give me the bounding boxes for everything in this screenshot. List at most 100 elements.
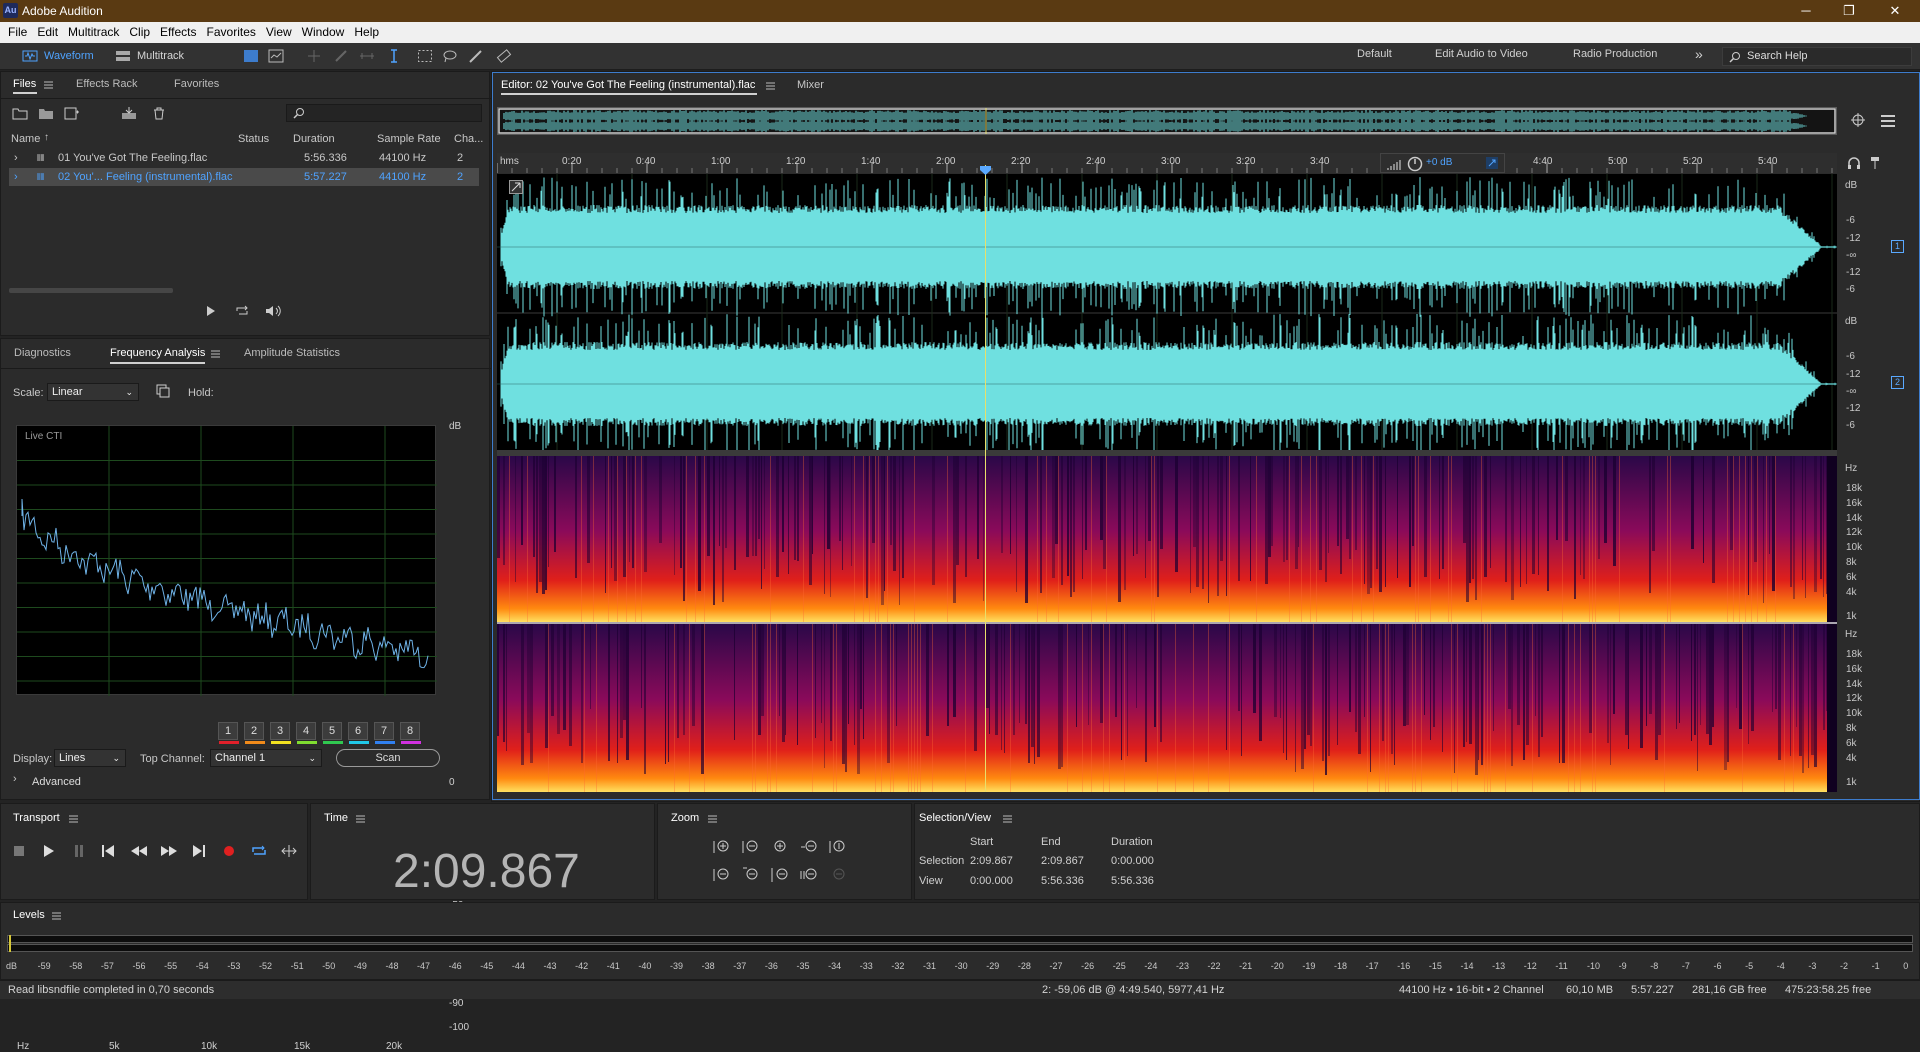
hold-button-3[interactable]: 3 [270,722,291,744]
zoom-out-amplitude-icon[interactable] [742,839,760,855]
marker-pin-icon[interactable] [1870,156,1880,170]
expand-chevron-icon[interactable]: › [14,168,18,186]
tab-favorites[interactable]: Favorites [174,78,219,90]
hold-button-1[interactable]: 1 [218,722,239,744]
new-file-icon[interactable] [64,107,80,120]
menu-clip[interactable]: Clip [124,22,155,43]
hold-button-2[interactable]: 2 [244,722,265,744]
panel-menu-icon[interactable] [69,815,78,823]
maximize-button[interactable]: ❐ [1826,0,1872,22]
file-row[interactable]: › ⫴⫴ 01 You've Got The Feeling.flac 5:56… [9,149,479,167]
panel-menu-icon[interactable] [766,82,775,90]
marquee-selection-tool-icon[interactable] [417,49,433,63]
loop-playback-icon[interactable] [235,305,251,317]
hud-volume[interactable]: +0 dB [1380,153,1505,173]
zoom-fit-icon[interactable] [1850,112,1868,130]
workspace-edit-audio-to-video[interactable]: Edit Audio to Video [1435,48,1528,60]
menu-effects[interactable]: Effects [155,22,201,43]
selection-start[interactable]: 2:09.867 [970,855,1013,867]
playhead-handle-icon[interactable] [980,164,991,176]
spectral-display[interactable] [497,456,1837,792]
more-workspaces-button[interactable]: » [1695,46,1703,62]
zoom-in-time-icon[interactable] [771,839,789,855]
minimize-button[interactable]: ─ [1783,0,1829,22]
skip-selection-icon[interactable] [281,845,297,857]
zoom-out-at-point-icon[interactable] [800,867,818,883]
volume-knob-icon[interactable] [1407,156,1423,172]
spot-healing-brush-icon[interactable] [496,49,512,63]
workspace-radio-production[interactable]: Radio Production [1573,48,1657,60]
files-search-input[interactable] [286,104,482,122]
zoom-in-at-out-point-icon[interactable] [742,867,760,883]
close-button[interactable]: ✕ [1872,0,1918,22]
advanced-toggle[interactable]: Advanced [32,776,81,788]
zoom-out-full-icon[interactable] [829,839,847,855]
spectral-frequency-display-icon[interactable] [243,49,259,63]
menu-file[interactable]: File [3,22,32,43]
search-help-input[interactable]: Search Help [1722,47,1912,66]
hold-button-4[interactable]: 4 [296,722,317,744]
panel-menu-icon[interactable] [356,815,365,823]
expand-chevron-icon[interactable]: › [14,149,18,167]
menu-edit[interactable]: Edit [32,22,63,43]
tab-diagnostics[interactable]: Diagnostics [14,347,71,359]
headphone-icon[interactable] [1847,156,1861,170]
pause-icon[interactable] [74,845,84,857]
tab-editor[interactable]: Editor: 02 You've Got The Feeling (instr… [501,79,755,91]
waveform-display[interactable] [497,174,1837,454]
selection-end[interactable]: 2:09.867 [1041,855,1084,867]
spectral-pitch-display-icon[interactable] [268,49,284,63]
hold-button-7[interactable]: 7 [374,722,395,744]
tab-effects-rack[interactable]: Effects Rack [76,78,138,90]
fast-forward-icon[interactable] [161,846,177,856]
time-selection-tool-icon[interactable] [388,48,400,64]
hold-button-8[interactable]: 8 [400,722,421,744]
playhead[interactable] [985,165,986,792]
file-row-selected[interactable]: › ⫴⫴ 02 You'... Feeling (instrumental).f… [9,168,479,186]
menu-favorites[interactable]: Favorites [202,22,261,43]
paintbrush-selection-tool-icon[interactable] [468,49,484,63]
menu-multitrack[interactable]: Multitrack [63,22,124,43]
import-file-icon[interactable] [38,107,54,120]
overview-navigator[interactable] [497,107,1837,135]
column-duration[interactable]: Duration [293,133,335,145]
stop-icon[interactable] [14,846,24,856]
column-status[interactable]: Status [238,133,269,145]
view-duration[interactable]: 5:56.336 [1111,875,1154,887]
open-file-icon[interactable] [12,107,28,120]
multitrack-view-button[interactable]: Multitrack [111,47,192,66]
scale-dropdown[interactable]: Linear ⌄ [47,383,139,401]
view-start[interactable]: 0:00.000 [970,875,1013,887]
tab-frequency-analysis[interactable]: Frequency Analysis [110,347,205,359]
scan-button[interactable]: Scan [336,749,440,767]
skip-to-end-icon[interactable] [193,845,205,857]
selection-duration[interactable]: 0:00.000 [1111,855,1154,867]
zoom-out-time-icon[interactable] [800,839,818,855]
copy-icon[interactable] [156,384,170,398]
lasso-selection-tool-icon[interactable] [442,49,458,63]
move-tool-icon[interactable] [306,49,322,63]
tab-mixer[interactable]: Mixer [797,79,824,91]
zoom-to-selection-icon[interactable] [713,867,731,883]
column-channels[interactable]: Cha... [454,133,483,145]
panel-menu-icon[interactable] [211,350,220,358]
horizontal-scrollbar[interactable] [9,288,173,293]
zoom-in-at-in-point-icon[interactable] [771,867,789,883]
tab-files[interactable]: Files [13,78,36,90]
waveform-view-button[interactable]: Waveform [18,47,102,66]
autoplay-icon[interactable] [265,304,283,318]
panel-menu-icon[interactable] [44,81,53,89]
rewind-icon[interactable] [131,846,147,856]
column-name[interactable]: Name [11,133,40,145]
top-channel-dropdown[interactable]: Channel 1 ⌄ [210,749,322,767]
panel-menu-icon[interactable] [708,815,717,823]
tab-amplitude-statistics[interactable]: Amplitude Statistics [244,347,340,359]
column-sample-rate[interactable]: Sample Rate [377,133,441,145]
expand-chevron-icon[interactable]: › [13,773,17,785]
skip-to-start-icon[interactable] [102,845,114,857]
play-icon[interactable] [206,305,216,317]
display-dropdown[interactable]: Lines ⌄ [54,749,126,767]
menu-help[interactable]: Help [349,22,384,43]
loop-playback-icon[interactable] [251,845,267,857]
hold-button-5[interactable]: 5 [322,722,343,744]
